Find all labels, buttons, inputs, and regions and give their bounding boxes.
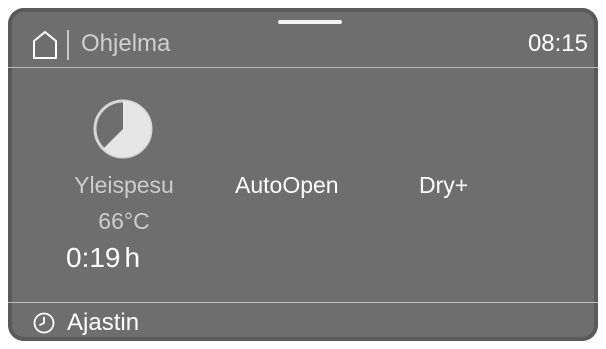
header-divider [67,30,69,60]
timer-button[interactable]: Ajastin [67,308,139,338]
home-icon[interactable] [32,30,58,65]
program-name[interactable]: Yleispesu [62,170,186,200]
duration-unit: h [124,242,141,273]
option-autoopen[interactable]: AutoOpen [235,170,339,200]
program-duration: 0:19 h [66,240,140,276]
device-bezel: Ohjelma 08:15 Yleispesu 66°C 0:19 h AutoO… [0,0,606,349]
pull-down-handle[interactable] [278,20,342,24]
option-dry-plus[interactable]: Dry+ [419,170,468,200]
page-title: Ohjelma [81,30,171,57]
program-temperature: 66°C [98,208,150,234]
duration-value: 0:19 [66,242,121,273]
clock-time: 08:15 [527,30,588,57]
clock-icon [33,312,55,339]
partial-pie-icon [92,98,154,165]
display-screen: Ohjelma 08:15 Yleispesu 66°C 0:19 h AutoO… [8,8,598,341]
